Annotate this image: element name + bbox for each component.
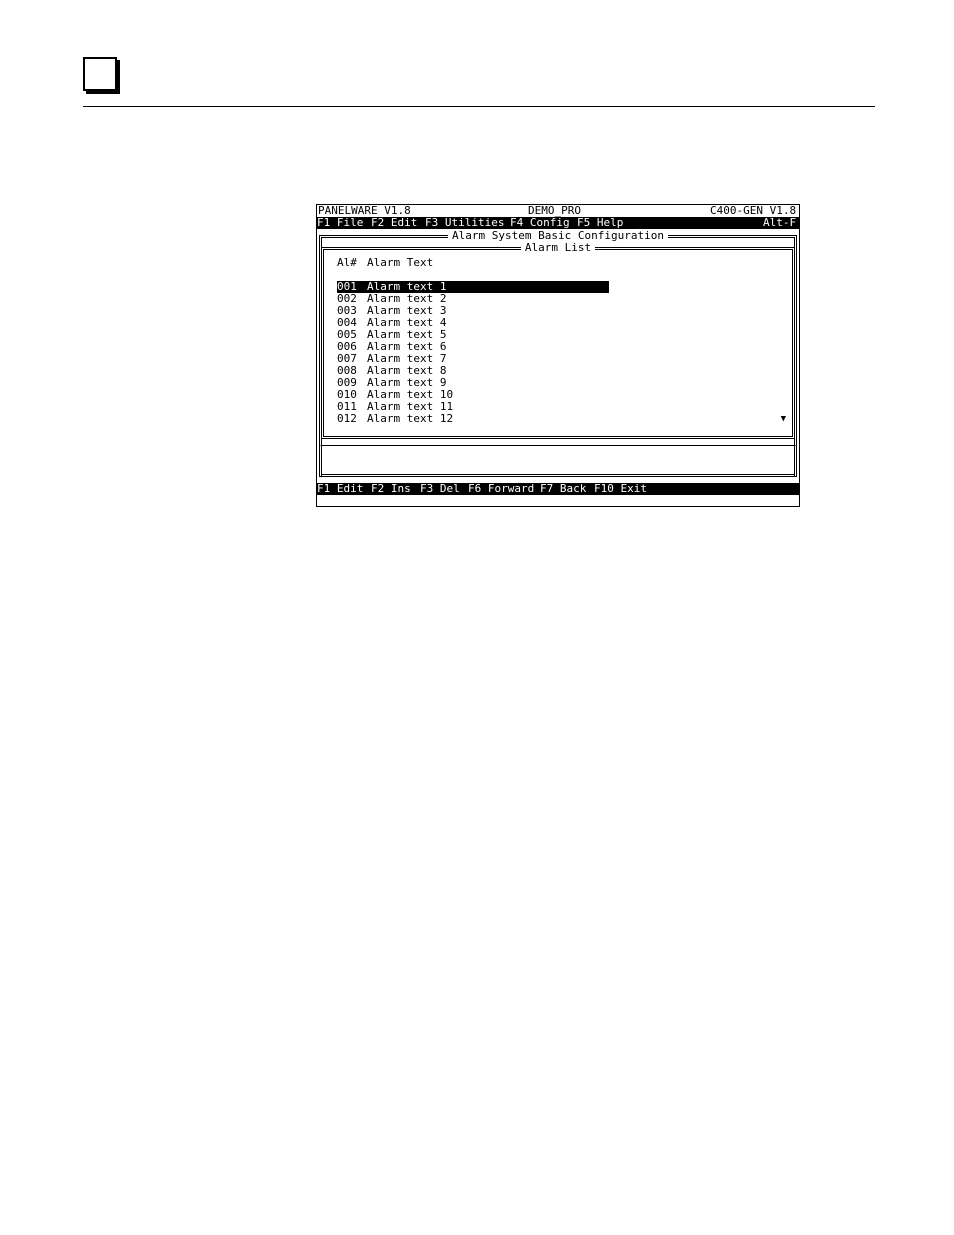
function-key-bar: F1 Edit F2 Ins F3 Del F6 Forward F7 Back…: [317, 483, 799, 495]
header-rule: [83, 106, 875, 107]
menu-file[interactable]: F1 File: [317, 217, 363, 229]
fkey-edit[interactable]: F1 Edit: [317, 483, 363, 495]
fkey-back[interactable]: F7 Back: [540, 483, 586, 495]
col-alarm-number: Al#: [337, 256, 357, 269]
menu-config[interactable]: F4 Config: [510, 217, 570, 229]
panelware-screen: PANELWARE V1.8 DEMO_PRO C400-GEN V1.8 F1…: [316, 204, 800, 507]
fkey-insert[interactable]: F2 Ins: [371, 483, 411, 495]
menu-bar: F1 File F2 Edit F3 Utilities F4 Config F…: [317, 217, 799, 229]
column-header: Al# Alarm Text: [337, 257, 433, 269]
chapter-marker-box: [83, 57, 117, 91]
alarm-list-title: Alarm List: [520, 241, 596, 254]
message-area: [319, 445, 797, 477]
alarm-row[interactable]: 012 Alarm text 12: [337, 413, 609, 425]
alarm-list-panel: Alarm List Al# Alarm Text 001 Alarm text 1…: [321, 241, 795, 439]
scroll-down-icon[interactable]: ▼: [781, 413, 786, 425]
menu-edit[interactable]: F2 Edit: [371, 217, 417, 229]
menu-shortcut: Alt-F: [763, 216, 797, 229]
fkey-exit[interactable]: F10 Exit: [594, 483, 647, 495]
alarm-rows: 001 Alarm text 1 002 Alarm text 2 003 Alarm…: [337, 281, 609, 425]
menu-utilities[interactable]: F3 Utilities: [425, 217, 504, 229]
fkey-forward[interactable]: F6 Forward: [468, 483, 534, 495]
fkey-delete[interactable]: F3 Del: [420, 483, 460, 495]
menu-help[interactable]: F5 Help: [577, 217, 623, 229]
col-alarm-text: Alarm Text: [367, 256, 434, 269]
